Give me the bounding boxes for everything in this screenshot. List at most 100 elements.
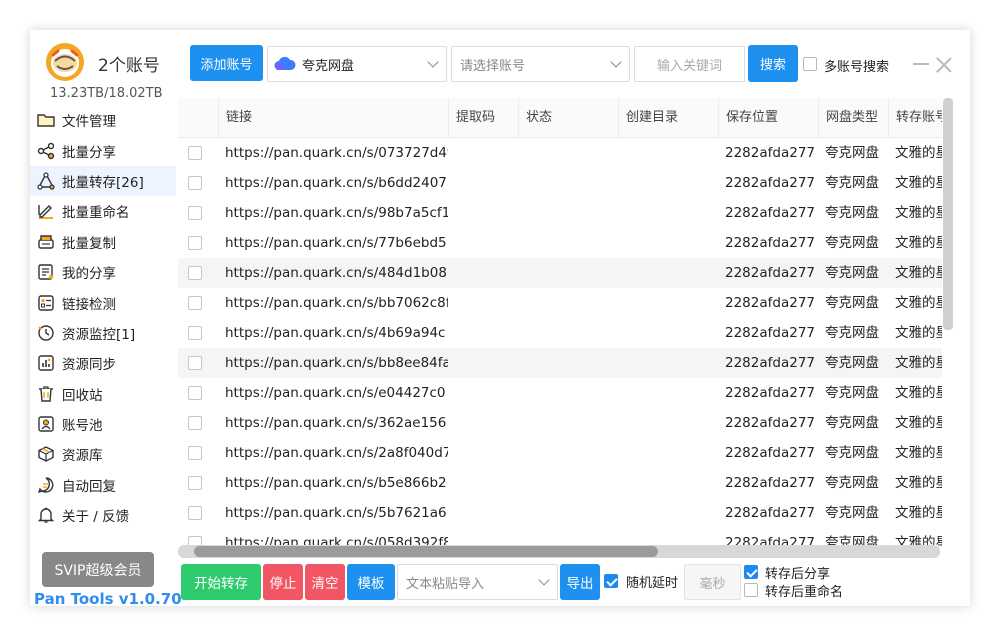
sidebar-item-label: 批量转存[26] [62,174,144,191]
sidebar-item-link-check[interactable]: 链接检测 [30,287,176,317]
cell-dir [618,468,718,498]
keyword-input[interactable]: 输入关键词 [634,46,745,82]
drive-type-select[interactable]: 夸克网盘 [267,46,447,82]
cell-link: https://pan.quark.cn/s/e04427c0 [225,385,446,401]
start-transfer-button[interactable]: 开始转存 [181,564,261,600]
row-checkbox[interactable] [188,506,202,520]
account-pool-icon [36,414,56,434]
cell-transfer-account: 文雅的星 [895,265,942,281]
column-header-drive[interactable]: 网盘类型 [818,98,888,138]
clear-button[interactable]: 清空 [305,564,345,600]
multi-account-search-checkbox[interactable] [803,57,817,71]
share-after-transfer-checkbox[interactable] [744,565,758,579]
cell-transfer-account: 文雅的星 [895,175,942,191]
cell-drive-type: 夸克网盘 [825,235,879,251]
close-icon[interactable] [936,57,952,73]
table-row[interactable]: https://pan.quark.cn/s/b6dd2407 2282afda2… [178,168,942,198]
rename-after-transfer-checkbox[interactable] [744,583,758,597]
sidebar-item-resource-library[interactable]: 资源库 [30,439,176,469]
table-row[interactable]: https://pan.quark.cn/s/073727d4f 2282afda… [178,138,942,168]
table-row[interactable]: https://pan.quark.cn/s/4b69a94c 2282afda2… [178,318,942,348]
horizontal-scrollbar-thumb[interactable] [194,546,658,557]
account-select[interactable]: 请选择账号 [451,46,630,82]
auto-reply-icon [36,475,56,495]
row-checkbox[interactable] [188,146,202,160]
search-button[interactable]: 搜索 [748,45,798,82]
row-checkbox[interactable] [188,236,202,250]
table-row[interactable]: https://pan.quark.cn/s/b5e866b2 2282afda2… [178,468,942,498]
sidebar-item-resource-monitor[interactable]: 资源监控[1] [30,318,176,348]
table-row[interactable]: https://pan.quark.cn/s/bb7062c8f 2282afda… [178,288,942,318]
row-checkbox[interactable] [188,476,202,490]
row-checkbox[interactable] [188,296,202,310]
sidebar-item-account-pool[interactable]: 账号池 [30,409,176,439]
cell-status [518,348,618,378]
sidebar-item-label: 文件管理 [62,114,116,131]
cell-drive-type: 夸克网盘 [825,415,879,431]
minimize-icon[interactable] [913,63,929,65]
top-toolbar: 添加账号 夸克网盘 请选择账号 输入关键词 搜索 多账号搜索 [176,30,970,96]
cell-transfer-account: 文雅的星 [895,205,942,221]
sidebar-item-resource-sync[interactable]: 资源同步 [30,348,176,378]
row-checkbox[interactable] [188,416,202,430]
account-count[interactable]: 2个账号 [98,51,160,76]
import-method-select[interactable]: 文本粘贴导入 [397,564,558,600]
vertical-scrollbar[interactable] [943,98,953,330]
table-row[interactable]: https://pan.quark.cn/s/98b7a5cf1 2282afda… [178,198,942,228]
row-checkbox[interactable] [188,386,202,400]
sidebar-item-batch-share[interactable]: 批量分享 [30,135,176,165]
svip-button[interactable]: SVIP超级会员 [42,552,154,587]
table-row[interactable]: https://pan.quark.cn/s/362ae156 2282afda2… [178,408,942,438]
sidebar-item-about-feedback[interactable]: 关于 / 反馈 [30,500,176,530]
row-checkbox[interactable] [188,446,202,460]
table-row[interactable]: https://pan.quark.cn/s/5b7621a6 2282afda2… [178,498,942,528]
row-checkbox[interactable] [188,356,202,370]
column-header-account[interactable]: 转存账号 [888,98,942,138]
share-after-transfer-label: 转存后分享 [765,567,831,582]
random-delay-checkbox[interactable] [604,574,618,588]
table-row[interactable]: https://pan.quark.cn/s/484d1b08 2282afda2… [178,258,942,288]
transfer-icon [36,171,56,191]
row-checkbox[interactable] [188,206,202,220]
sidebar-item-label: 自动回复 [62,478,116,495]
column-header-link[interactable]: 链接 [218,98,448,138]
add-account-button[interactable]: 添加账号 [190,45,263,81]
row-checkbox[interactable] [188,176,202,190]
sidebar-item-batch-transfer[interactable]: 批量转存[26] [30,165,176,197]
table-row[interactable]: https://pan.quark.cn/s/e04427c0 2282afda2… [178,378,942,408]
sidebar-item-my-share[interactable]: 我的分享 [30,257,176,287]
cell-save-location: 2282afda277 [725,355,815,371]
table-row[interactable]: https://pan.quark.cn/s/bb8ee84fa 2282afda… [178,348,942,378]
column-header-status[interactable]: 状态 [518,98,618,138]
cell-status [518,378,618,408]
table-row[interactable]: https://pan.quark.cn/s/058d392f8 2282afda… [178,528,942,546]
sidebar-item-batch-copy[interactable]: 批量复制 [30,227,176,257]
template-button[interactable]: 模板 [347,564,395,600]
sidebar-item-auto-reply[interactable]: 自动回复 [30,470,176,500]
trash-icon [36,384,56,404]
export-button[interactable]: 导出 [560,564,600,600]
cell-drive-type: 夸克网盘 [825,355,879,371]
cell-dir [618,528,718,546]
cell-save-location: 2282afda277 [725,475,815,491]
stop-button[interactable]: 停止 [263,564,303,600]
cell-transfer-account: 文雅的星 [895,415,942,431]
column-header-dir[interactable]: 创建目录 [618,98,718,138]
column-header-code[interactable]: 提取码 [448,98,518,138]
bell-icon [36,505,56,525]
sidebar-item-label: 我的分享 [62,266,116,283]
cell-link: https://pan.quark.cn/s/362ae156 [225,415,447,431]
account-select-placeholder: 请选择账号 [460,58,526,74]
sidebar-item-batch-rename[interactable]: 批量重命名 [30,196,176,226]
cell-save-location: 2282afda277 [725,295,815,311]
table-row[interactable]: https://pan.quark.cn/s/77b6ebd5 2282afda2… [178,228,942,258]
column-header-save[interactable]: 保存位置 [718,98,818,138]
row-checkbox[interactable] [188,266,202,280]
row-checkbox[interactable] [188,326,202,340]
sidebar-item-recycle-bin[interactable]: 回收站 [30,379,176,409]
monitor-clock-icon [36,323,56,343]
table-row[interactable]: https://pan.quark.cn/s/2a8f040d7 2282afda… [178,438,942,468]
delay-ms-input[interactable]: 毫秒 [684,564,741,600]
app-version: Pan Tools v1.0.70 [34,590,182,606]
sidebar-item-file-manager[interactable]: 文件管理 [30,105,176,135]
